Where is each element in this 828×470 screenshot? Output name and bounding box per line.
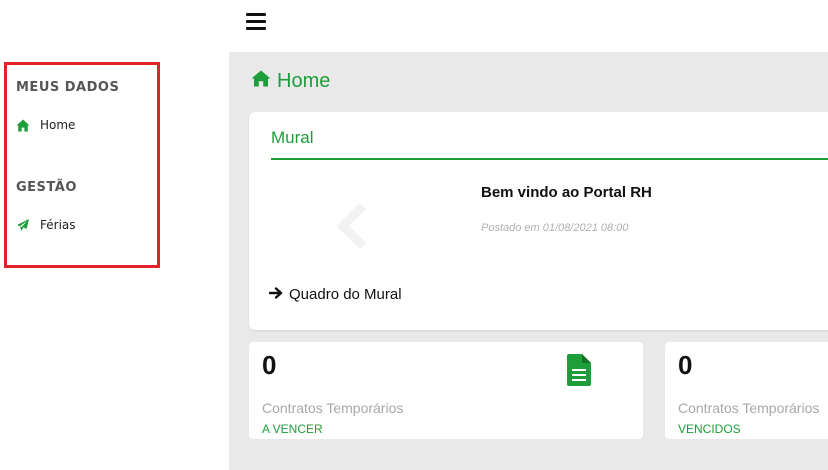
- mural-card: Mural Bem vindo ao Portal RH Postado em …: [249, 112, 828, 330]
- mural-divider: [271, 158, 828, 160]
- sidebar-section-gestao: GESTÃO: [16, 180, 77, 195]
- stat-card-a-vencer[interactable]: 0 Contratos Temporários A VENCER: [249, 342, 643, 439]
- mural-header: Mural: [271, 128, 314, 147]
- stat-sublabel: VENCIDOS: [678, 422, 741, 436]
- sidebar-section-meus-dados: MEUS DADOS: [16, 80, 120, 95]
- sidebar-item-ferias[interactable]: Férias: [16, 218, 76, 232]
- app-window: MEUS DADOS Home GESTÃO Férias Home Mural…: [0, 0, 828, 470]
- page-title: Home: [251, 70, 330, 93]
- sidebar-item-label: Home: [40, 118, 76, 132]
- post-date: Postado em 01/08/2021 08:00: [481, 222, 629, 234]
- stat-label: Contratos Temporários: [678, 400, 820, 416]
- sidebar-item-home[interactable]: Home: [16, 118, 75, 132]
- post-title: Bem vindo ao Portal RH: [481, 184, 652, 201]
- stat-value: 0: [678, 350, 693, 380]
- top-bar: [229, 0, 828, 52]
- mural-board-link[interactable]: Quadro do Mural: [268, 286, 402, 303]
- plane-icon: [16, 218, 30, 232]
- arrow-right-icon: [268, 286, 283, 303]
- stat-label: Contratos Temporários: [262, 400, 404, 416]
- document-icon: [567, 354, 591, 391]
- home-icon: [251, 70, 271, 93]
- page-title-text: Home: [277, 70, 331, 92]
- sidebar: MEUS DADOS Home GESTÃO Férias: [0, 0, 229, 470]
- stat-sublabel: A VENCER: [262, 422, 323, 436]
- carousel-prev-chevron-icon[interactable]: [336, 202, 369, 253]
- sidebar-item-label: Férias: [40, 218, 76, 232]
- mural-link-label: Quadro do Mural: [289, 286, 402, 303]
- hamburger-icon[interactable]: [246, 13, 266, 31]
- stat-card-vencidos[interactable]: 0 Contratos Temporários VENCIDOS: [665, 342, 828, 439]
- stat-value: 0: [262, 350, 277, 380]
- home-icon: [16, 119, 30, 132]
- main-content: Home Mural Bem vindo ao Portal RH Postad…: [229, 52, 828, 470]
